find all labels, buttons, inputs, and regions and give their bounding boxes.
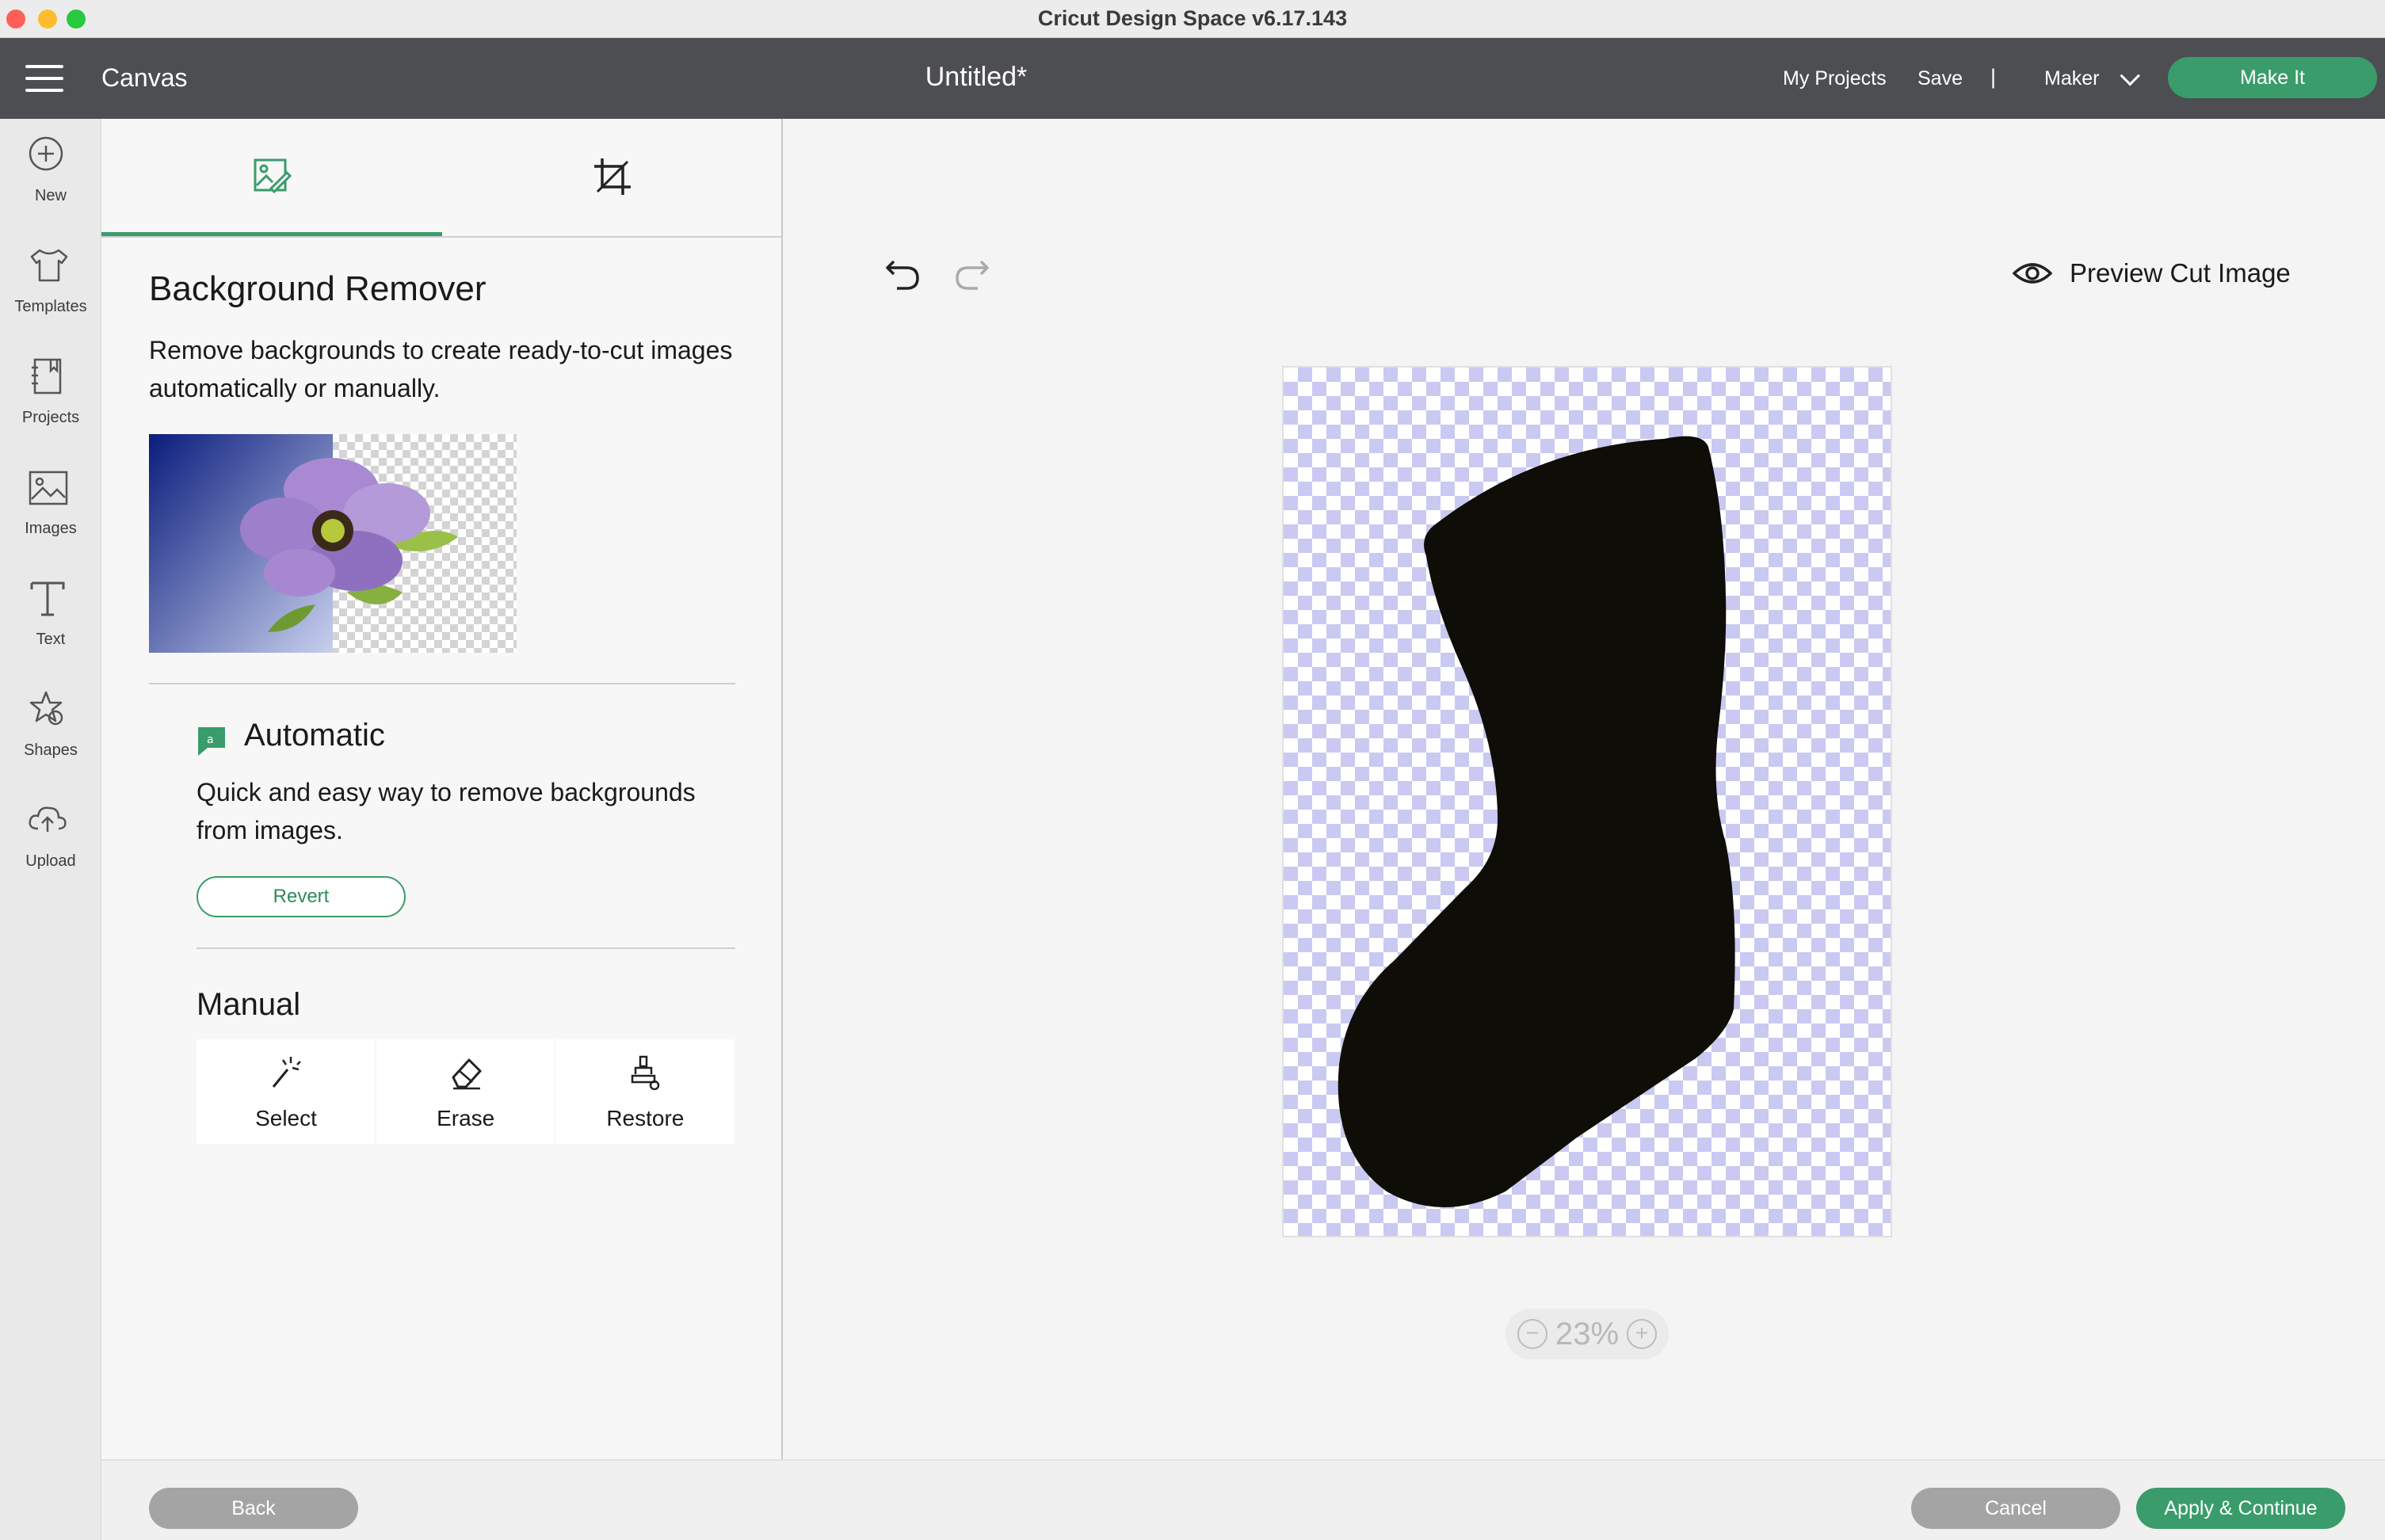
window-title-bar: Cricut Design Space v6.17.143	[0, 0, 2385, 38]
machine-label: Maker	[2044, 67, 2100, 90]
tool-label: Restore	[606, 1106, 685, 1130]
background-remover-icon	[254, 158, 292, 194]
sidebar-item-new[interactable]: New	[0, 119, 101, 230]
revert-button[interactable]: Revert	[197, 876, 406, 917]
notebook-icon	[32, 358, 62, 395]
sidebar-item-shapes[interactable]: Shapes	[0, 673, 101, 784]
crop-icon	[594, 158, 631, 195]
make-it-button[interactable]: Make It	[2168, 57, 2377, 98]
automatic-description: Quick and easy way to remove backgrounds…	[197, 778, 696, 844]
apply-continue-button[interactable]: Apply & Continue	[2136, 1488, 2345, 1529]
back-button[interactable]: Back	[149, 1488, 358, 1529]
plus-circle-icon	[29, 136, 63, 171]
cloud-upload-icon	[29, 806, 67, 832]
redo-icon[interactable]	[954, 255, 990, 292]
sidebar-item-images[interactable]: Images	[0, 452, 101, 562]
svg-text:a: a	[207, 734, 214, 746]
section-divider	[197, 947, 735, 949]
tshirt-icon	[30, 249, 68, 282]
sidebar-item-label: New	[34, 187, 67, 204]
panel-description: Remove backgrounds to create ready-to-cu…	[149, 336, 733, 402]
section-title: Canvas	[101, 63, 188, 92]
menu-icon[interactable]	[25, 65, 63, 92]
sidebar-item-projects[interactable]: Projects	[0, 341, 101, 452]
example-flower-image	[149, 434, 517, 653]
example-flower-image	[149, 434, 517, 653]
tool-label: Select	[255, 1106, 317, 1130]
eraser-icon	[452, 1058, 482, 1090]
sidebar-item-label: Images	[25, 520, 77, 537]
zoom-out-button[interactable]: −	[1517, 1319, 1547, 1349]
automatic-title: Automatic	[244, 718, 385, 753]
section-divider	[149, 683, 735, 684]
select-tool-button[interactable]: Select	[197, 1039, 375, 1144]
app-header: Canvas Untitled* My Projects Save | Make…	[0, 38, 2385, 119]
shapes-icon	[29, 691, 63, 726]
zoom-level: 23%	[1555, 1316, 1620, 1351]
eye-icon	[2013, 263, 2052, 284]
sidebar-item-label: Shapes	[24, 741, 78, 759]
document-title[interactable]: Untitled*	[872, 62, 1081, 93]
sidebar-item-label: Projects	[21, 409, 80, 426]
stocking-image[interactable]	[1284, 368, 1891, 1236]
window-title: Cricut Design Space v6.17.143	[1037, 6, 1348, 30]
manual-tools: Select Erase Restore	[197, 1039, 735, 1144]
sidebar-item-label: Upload	[25, 852, 76, 870]
my-projects-link[interactable]: My Projects	[1783, 67, 1887, 90]
text-icon	[30, 581, 65, 616]
tab-background-remover[interactable]	[101, 119, 442, 236]
magic-wand-icon	[272, 1057, 301, 1088]
zoom-control: − 23% +	[1505, 1309, 1669, 1359]
sidebar-item-text[interactable]: Text	[0, 562, 101, 673]
machine-selector[interactable]: Maker	[2044, 65, 2141, 90]
left-sidebar: New Templates Projects Images Text Shape…	[0, 119, 101, 1540]
image-icon	[29, 471, 68, 505]
preview-cut-image-toggle[interactable]: Preview Cut Image	[2013, 258, 2291, 288]
zoom-in-button[interactable]: +	[1627, 1319, 1658, 1349]
restore-tool-button[interactable]: Restore	[555, 1039, 735, 1144]
undo-icon[interactable]	[884, 255, 921, 292]
image-preview-canvas[interactable]	[1282, 366, 1892, 1237]
erase-tool-button[interactable]: Erase	[376, 1039, 555, 1144]
sidebar-item-upload[interactable]: Upload	[0, 784, 101, 895]
tab-crop[interactable]	[442, 119, 783, 236]
header-separator: |	[1990, 65, 1997, 89]
panel-tabs	[101, 119, 783, 238]
chevron-down-icon	[2120, 65, 2141, 86]
restore-brush-icon	[632, 1055, 660, 1090]
preview-label: Preview Cut Image	[2070, 258, 2291, 288]
panel-title: Background Remover	[149, 269, 487, 308]
manual-title: Manual	[197, 987, 301, 1022]
bottom-action-bar: Back Cancel Apply & Continue	[101, 1459, 2385, 1540]
automatic-icon: a	[198, 727, 225, 756]
sidebar-item-label: Text	[36, 631, 66, 648]
sidebar-item-templates[interactable]: Templates	[0, 230, 101, 341]
save-button[interactable]: Save	[1918, 67, 1963, 90]
background-remover-panel: Background Remover Remove backgrounds to…	[101, 119, 783, 1459]
cancel-button[interactable]: Cancel	[1911, 1488, 2120, 1529]
tool-label: Erase	[437, 1106, 495, 1130]
sidebar-item-label: Templates	[14, 298, 87, 315]
